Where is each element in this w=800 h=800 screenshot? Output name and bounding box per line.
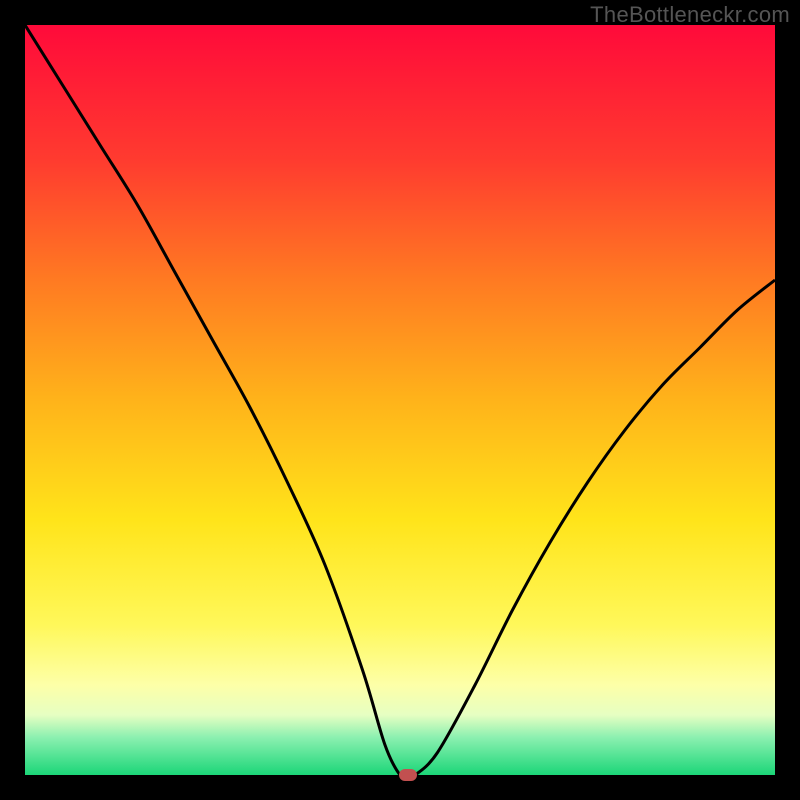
curve-path (25, 25, 775, 775)
watermark-text: TheBottleneckr.com (590, 2, 790, 28)
chart-frame: TheBottleneckr.com (0, 0, 800, 800)
bottleneck-marker (399, 769, 417, 781)
curve-svg (25, 25, 775, 775)
plot-area (25, 25, 775, 775)
